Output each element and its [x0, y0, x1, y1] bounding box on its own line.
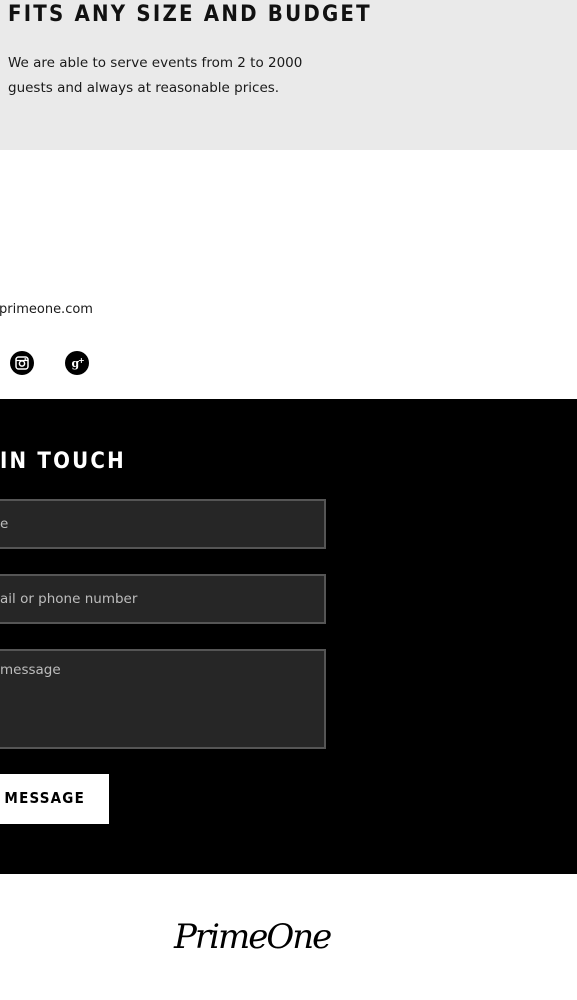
- send-message-button[interactable]: ND MESSAGE: [0, 774, 109, 824]
- instagram-link[interactable]: [10, 351, 34, 375]
- google-plus-link[interactable]: g +: [65, 351, 89, 375]
- feature-title: FITS ANY SIZE AND BUDGET: [8, 2, 372, 27]
- google-plus-icon: g +: [72, 356, 85, 370]
- name-input[interactable]: e: [0, 499, 326, 549]
- email-link[interactable]: primeone.com: [0, 302, 93, 317]
- logo-text: PrimeOne: [173, 917, 331, 957]
- instagram-icon: [15, 356, 29, 370]
- svg-text:+: +: [78, 356, 85, 365]
- feature-section: FITS ANY SIZE AND BUDGET We are able to …: [0, 0, 577, 150]
- name-placeholder: e: [0, 516, 9, 532]
- send-message-label: ND MESSAGE: [0, 789, 85, 807]
- message-placeholder: message: [0, 662, 61, 678]
- contact-title: IN TOUCH: [0, 449, 126, 474]
- feature-text: We are able to serve events from 2 to 20…: [8, 55, 303, 96]
- prime-one-logo: PrimeOne: [172, 912, 333, 962]
- contact-section: IN TOUCH e ail or phone number message N…: [0, 399, 577, 874]
- message-textarea[interactable]: message: [0, 649, 326, 749]
- prime-one-logo-mark: PrimeOne: [173, 917, 333, 957]
- contact-placeholder: ail or phone number: [0, 591, 138, 607]
- contact-input[interactable]: ail or phone number: [0, 574, 326, 624]
